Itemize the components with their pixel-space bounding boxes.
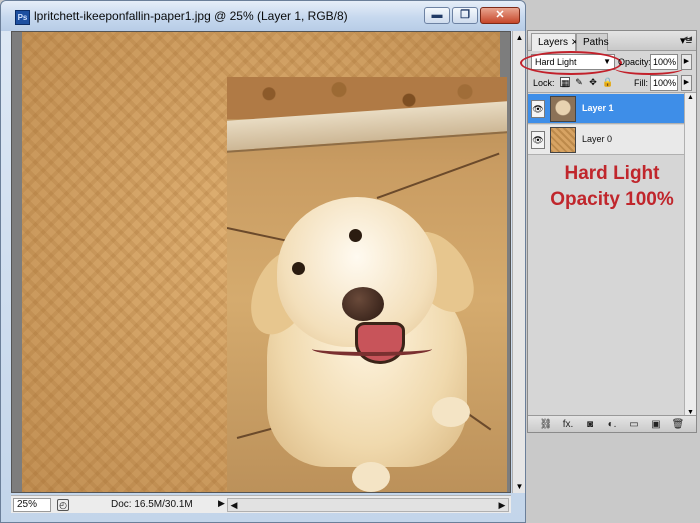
document-size-readout: Doc: 16.5M/30.1M	[111, 499, 193, 510]
scroll-left-arrow-icon[interactable]: ◀	[228, 499, 240, 511]
layer-thumbnail	[550, 96, 576, 122]
status-info-icon[interactable]: ◴	[57, 499, 69, 511]
fill-slider-arrow-icon[interactable]: ▶	[681, 75, 692, 91]
opacity-label: Opacity:	[618, 57, 652, 67]
group-icon[interactable]: ▭	[627, 419, 641, 430]
annotation-circle	[520, 51, 622, 75]
image-canvas[interactable]	[11, 31, 511, 493]
scroll-up-arrow-icon[interactable]: ▲	[513, 33, 526, 42]
lock-fill-row: Lock: ▦ ✎ ✥ 🔒 Fill: 100% ▶	[528, 73, 696, 93]
lock-all-icon[interactable]: 🔒	[602, 77, 613, 87]
blend-annotation: Hard Light Opacity 100%	[528, 161, 696, 213]
maximize-button[interactable]: ❐	[452, 7, 478, 24]
trash-icon[interactable]: 🗑	[671, 419, 685, 430]
close-button[interactable]: ✕	[480, 7, 520, 24]
dog-paw	[352, 462, 390, 492]
houndstooth-paper-texture	[22, 32, 507, 492]
photoshop-app-icon: Ps	[15, 10, 30, 25]
dog-nose	[342, 287, 384, 321]
status-menu-arrow-icon[interactable]: ▶	[218, 498, 225, 509]
tab-paths[interactable]: Paths	[576, 33, 609, 51]
annotation-line-1: Hard Light	[564, 163, 660, 184]
panel-tab-bar: Layers ✕ Paths ▾≡	[528, 31, 696, 51]
document-window: Ps lpritchett-ikeeponfallin-paper1.jpg @…	[0, 0, 526, 523]
document-horizontal-scrollbar[interactable]: ◀ ▶	[227, 498, 509, 512]
tab-layers-label: Layers	[538, 37, 569, 48]
eye-icon[interactable]: 👁	[531, 131, 545, 149]
opacity-slider-arrow-icon[interactable]: ▶	[681, 54, 692, 70]
link-icon[interactable]: ⛓	[539, 419, 553, 430]
layer-name: Layer 1	[582, 103, 614, 113]
status-bar: 25% ◴ Doc: 16.5M/30.1M ▶ ◀ ▶	[11, 495, 511, 513]
opacity-field[interactable]: 100%	[650, 54, 678, 70]
zoom-level-field[interactable]: 25%	[13, 498, 51, 512]
lock-label: Lock:	[533, 78, 555, 88]
fill-field[interactable]: 100%	[650, 75, 678, 91]
pavement-crack	[376, 152, 500, 199]
fx-icon[interactable]: fx.	[561, 419, 575, 430]
layer-thumbnail	[550, 127, 576, 153]
layers-panel-toolbar: ⛓ fx. ◙ ◐. ▭ ▣ 🗑	[528, 415, 696, 432]
scroll-up-arrow-icon[interactable]: ▲	[685, 94, 696, 101]
window-controls: ▬ ❐ ✕	[424, 7, 520, 24]
annotation-line-2: Opacity 100%	[550, 189, 674, 210]
dog-paw	[432, 397, 470, 427]
mask-icon[interactable]: ◙	[583, 419, 597, 430]
layer-row-layer-0[interactable]: 👁 Layer 0	[528, 125, 696, 155]
document-titlebar[interactable]: Ps lpritchett-ikeeponfallin-paper1.jpg @…	[1, 1, 525, 31]
scroll-right-arrow-icon[interactable]: ▶	[496, 499, 508, 511]
dog-collar	[312, 342, 432, 356]
dog-photo	[227, 77, 507, 492]
fill-label: Fill:	[634, 78, 648, 88]
document-title: lpritchett-ikeeponfallin-paper1.jpg @ 25…	[34, 9, 348, 23]
layers-panel: Layers ✕ Paths ▾≡ Hard Light ▼ Opacity: 1…	[520, 30, 697, 433]
layer-row-layer-1[interactable]: 👁 Layer 1	[528, 94, 696, 124]
layers-vertical-scrollbar[interactable]: ▲ ▼	[684, 93, 696, 417]
eye-icon[interactable]: 👁	[531, 100, 545, 118]
lock-move-icon[interactable]: ✥	[588, 77, 598, 87]
tab-layers[interactable]: Layers ✕	[531, 33, 579, 51]
minimize-button[interactable]: ▬	[424, 7, 450, 24]
dog-eye	[349, 229, 362, 242]
lock-paint-icon[interactable]: ✎	[574, 77, 584, 87]
new-layer-icon[interactable]: ▣	[649, 419, 663, 430]
dog-eye	[292, 262, 305, 275]
adjustment-icon[interactable]: ◐.	[605, 419, 619, 430]
collapse-panel-icon[interactable]: ◂◂	[683, 33, 697, 44]
layer-name: Layer 0	[582, 134, 613, 144]
lock-transparent-icon[interactable]: ▦	[560, 77, 570, 88]
blend-opacity-row: Hard Light ▼ Opacity: 100% ▶	[520, 51, 696, 75]
document-vertical-scrollbar[interactable]: ▲ ▼	[512, 31, 525, 493]
scroll-down-arrow-icon[interactable]: ▼	[513, 482, 526, 491]
